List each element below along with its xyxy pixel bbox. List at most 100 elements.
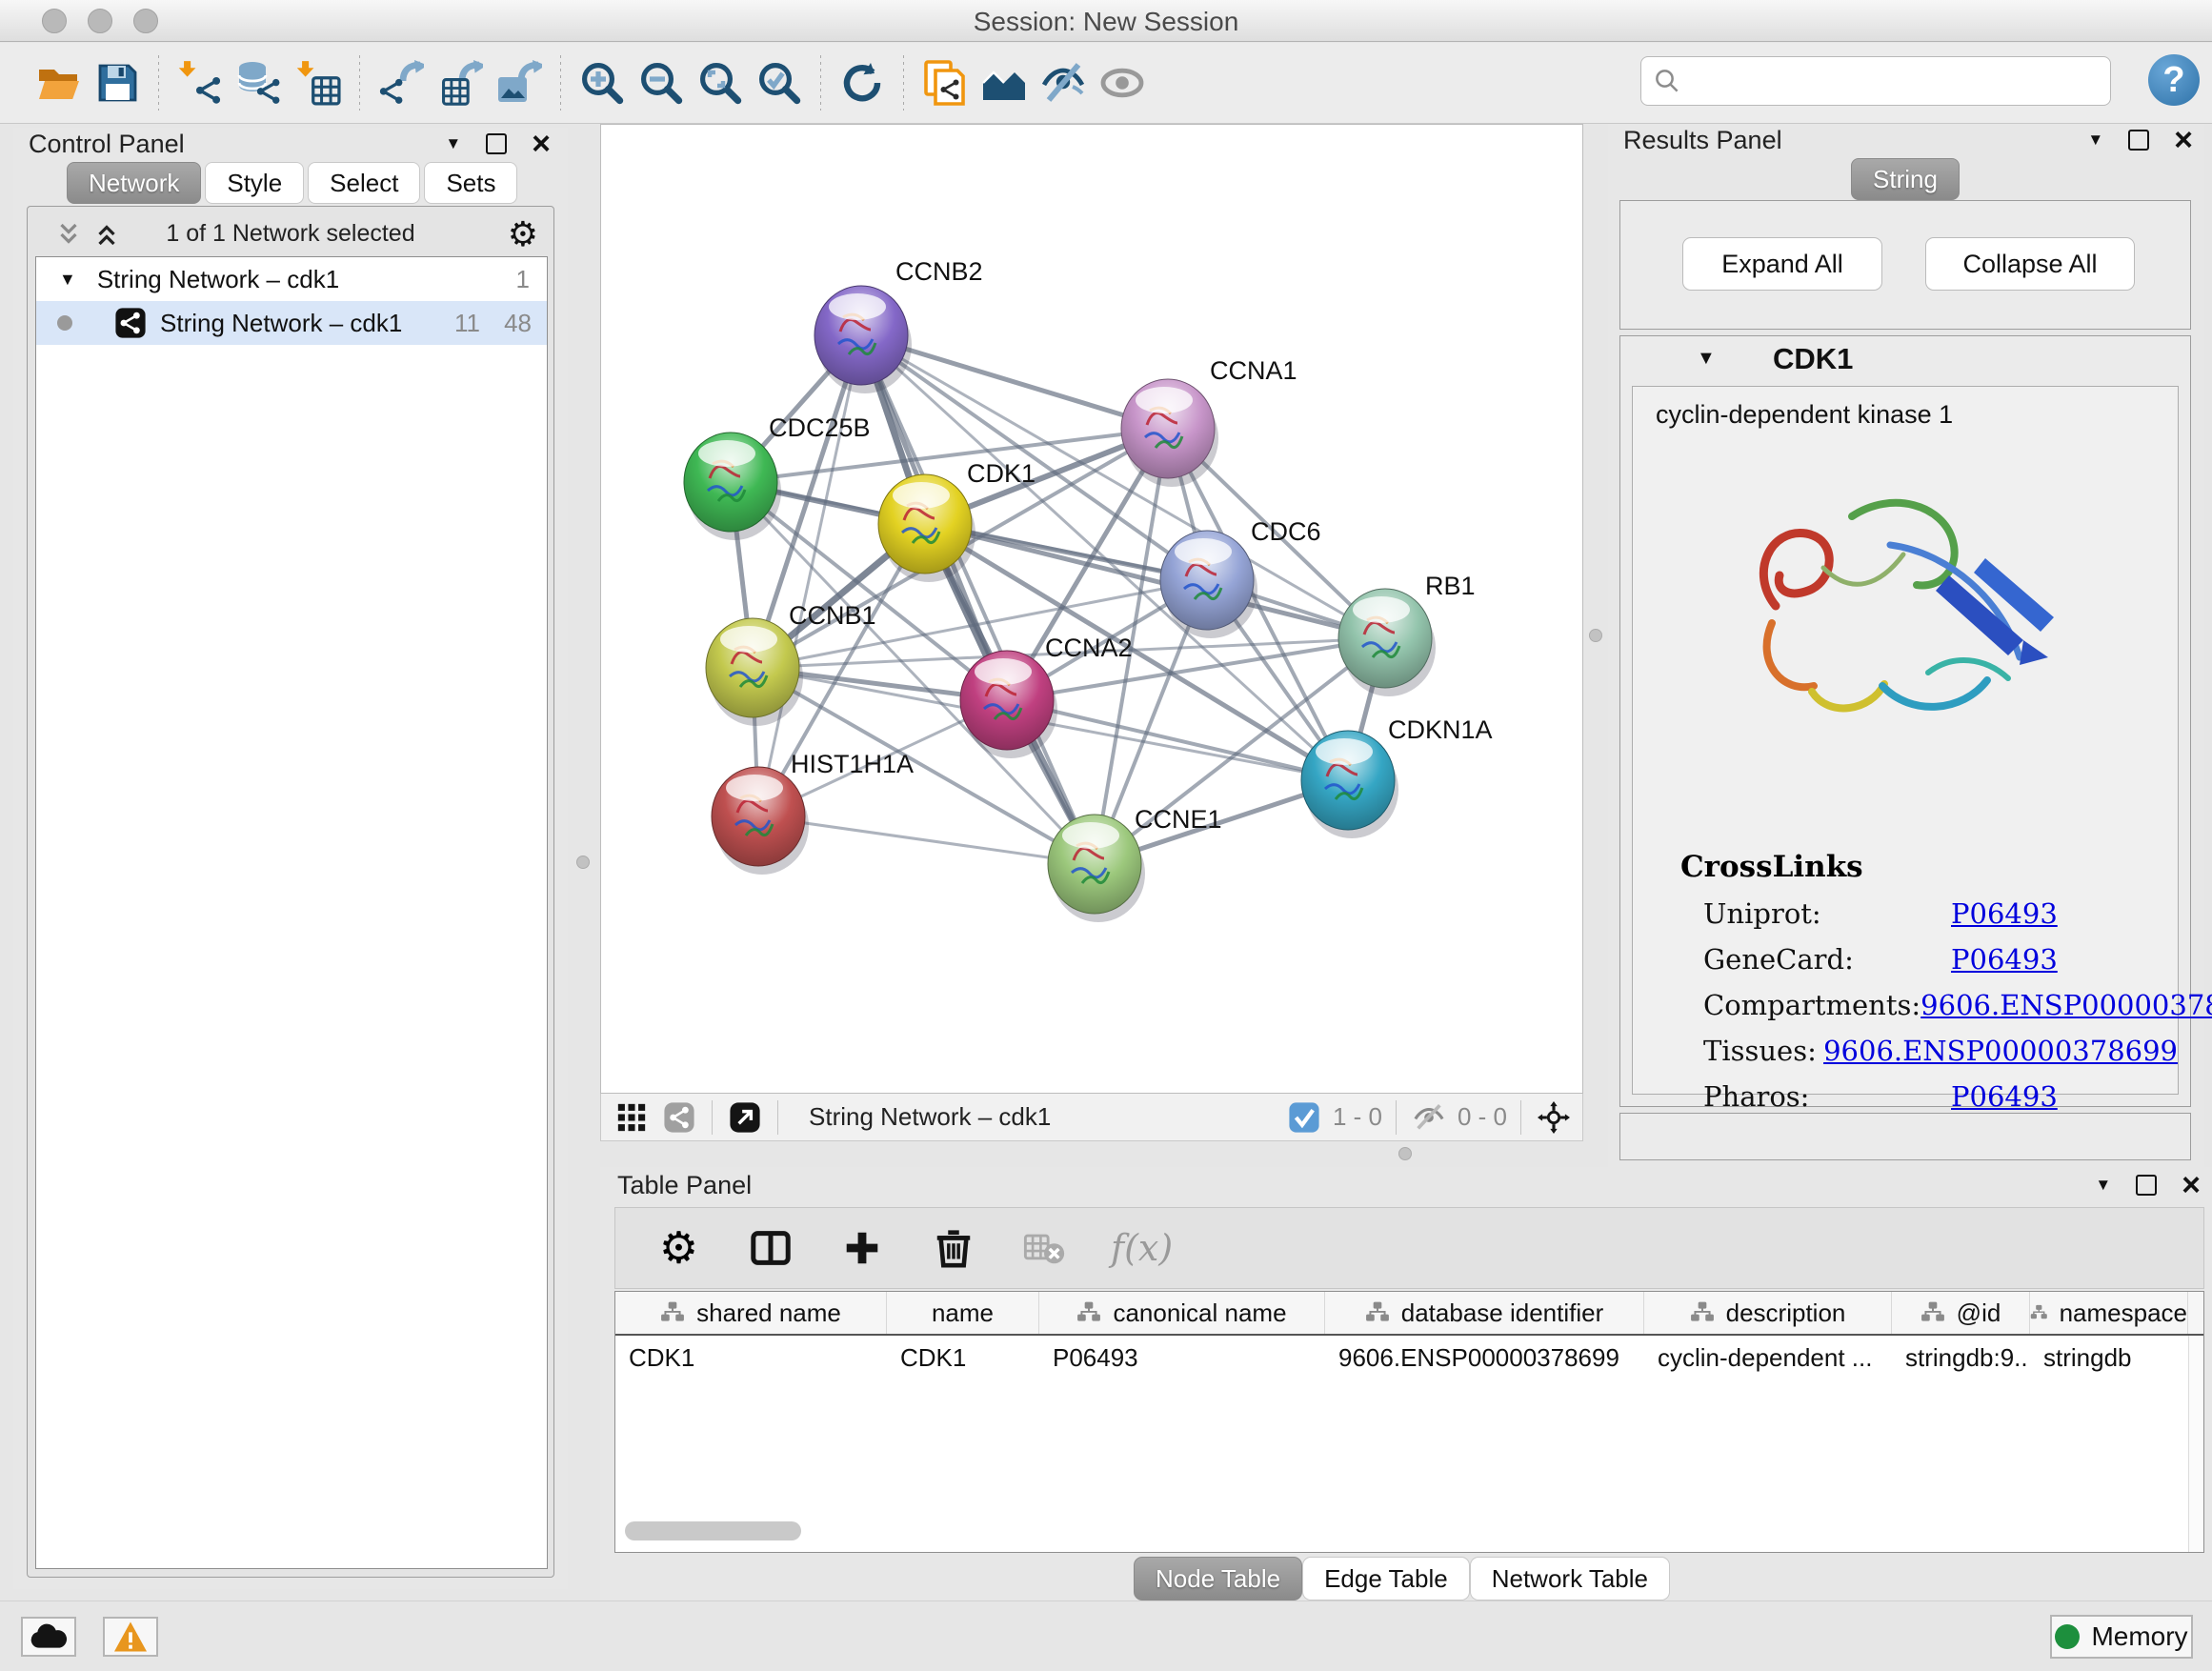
save-session-button[interactable] xyxy=(88,53,147,112)
settings-button[interactable]: ⚙ xyxy=(654,1222,705,1274)
tab-select[interactable]: Select xyxy=(308,162,420,204)
edge-CCNA2-CDKN1A[interactable] xyxy=(1007,700,1348,780)
selected-checkbox-icon[interactable] xyxy=(1285,1098,1323,1137)
hidden-eye-icon[interactable] xyxy=(1410,1098,1448,1137)
horizontal-splitter-handle[interactable] xyxy=(1398,1147,1412,1160)
tab-sets[interactable]: Sets xyxy=(424,162,517,204)
columns-button[interactable] xyxy=(745,1222,796,1274)
edge-CCNB2-CCNE1[interactable] xyxy=(861,335,1095,864)
tab-edge-table[interactable]: Edge Table xyxy=(1302,1557,1470,1601)
node-CDKN1A[interactable]: CDKN1A xyxy=(1301,715,1493,838)
results-panel-close-icon[interactable]: × xyxy=(2174,130,2193,151)
delete-table-button[interactable] xyxy=(1019,1222,1071,1274)
memory-button[interactable]: Memory xyxy=(2050,1615,2193,1659)
column-header-@id[interactable]: @id xyxy=(1892,1292,2030,1334)
zoom-selected-button[interactable] xyxy=(750,53,809,112)
birdseye-grid-icon[interactable] xyxy=(613,1098,651,1137)
zoom-fit-button[interactable] xyxy=(691,53,750,112)
control-panel-close-icon[interactable]: × xyxy=(532,133,551,154)
tab-string[interactable]: String xyxy=(1851,158,1960,200)
crosslink-link[interactable]: P06493 xyxy=(1951,1080,2058,1113)
function-builder-button[interactable]: f(x) xyxy=(1111,1222,1173,1274)
network-view-canvas[interactable]: CCNB2CCNA1CDC25BCDK1CDC6RB1CCNB1CCNA2CDK… xyxy=(600,124,1583,1094)
warning-icon xyxy=(112,1621,149,1653)
add-column-button[interactable] xyxy=(836,1222,888,1274)
column-header-shared-name[interactable]: shared name xyxy=(615,1292,887,1334)
control-panel-menu-icon[interactable]: ▼ xyxy=(445,134,461,153)
zoom-in-button[interactable] xyxy=(573,53,632,112)
export-network-button[interactable] xyxy=(372,53,431,112)
table-panel-menu-icon[interactable]: ▼ xyxy=(2095,1176,2111,1195)
tab-network-table[interactable]: Network Table xyxy=(1470,1557,1670,1601)
edge-HIST1H1A-CCNE1[interactable] xyxy=(758,816,1095,864)
help-button[interactable]: ? xyxy=(2148,54,2200,106)
search-icon xyxy=(1653,67,1681,95)
node-CCNB2[interactable]: CCNB2 xyxy=(814,257,983,393)
window-title: Session: New Session xyxy=(0,7,2212,37)
delete-column-button[interactable] xyxy=(928,1222,979,1274)
node-label-CCNB2: CCNB2 xyxy=(895,257,983,286)
tab-style[interactable]: Style xyxy=(205,162,304,204)
expand-all-button[interactable]: Expand All xyxy=(1682,237,1882,291)
results-panel-float-icon[interactable] xyxy=(2128,130,2149,151)
network-options-gear-icon[interactable]: ⚙ xyxy=(508,214,538,254)
column-header-name[interactable]: name xyxy=(887,1292,1039,1334)
export-image-button[interactable] xyxy=(490,53,549,112)
crosslink-link[interactable]: 9606.ENSP00000378699 xyxy=(1920,989,2212,1021)
warnings-button[interactable] xyxy=(103,1617,158,1657)
gene-details: cyclin-dependent kinase 1 CrossLinks Uni… xyxy=(1632,386,2179,1095)
cell-name: CDK1 xyxy=(887,1336,1039,1379)
column-header-database-identifier[interactable]: database identifier xyxy=(1325,1292,1644,1334)
crosslink-link[interactable]: 9606.ENSP00000378699 xyxy=(1823,1035,2178,1067)
network-collection-row[interactable]: ▼ String Network – cdk1 1 xyxy=(36,257,547,301)
network-badge-icon[interactable] xyxy=(660,1098,698,1137)
import-table-button[interactable] xyxy=(289,53,348,112)
open-session-icon xyxy=(35,60,81,106)
table-toolbar: ⚙ f(x) xyxy=(614,1207,2204,1289)
import-network-database-button[interactable] xyxy=(230,53,289,112)
delete-table-icon xyxy=(1023,1226,1067,1270)
refresh-button[interactable] xyxy=(833,53,892,112)
right-splitter-handle[interactable] xyxy=(1589,629,1602,642)
show-all-button[interactable] xyxy=(1093,53,1152,112)
node-RB1[interactable]: RB1 xyxy=(1338,572,1476,696)
column-header-description[interactable]: description xyxy=(1644,1292,1892,1334)
first-neighbors-button[interactable] xyxy=(975,53,1034,112)
node-HIST1H1A[interactable]: HIST1H1A xyxy=(712,750,914,875)
import-network-button[interactable] xyxy=(171,53,230,112)
open-in-window-icon[interactable] xyxy=(726,1098,764,1137)
table-panel-float-icon[interactable] xyxy=(2136,1175,2157,1196)
tab-network[interactable]: Network xyxy=(67,162,201,204)
tree-expander-icon[interactable]: ▼ xyxy=(59,270,76,290)
table-row[interactable]: CDK1CDK1P064939606.ENSP00000378699cyclin… xyxy=(615,1336,2203,1379)
gene-section: ▼ CDK1 cyclin-dependent kinase 1 CrossLi… xyxy=(1619,335,2191,1107)
node-label-CDC25B: CDC25B xyxy=(769,413,871,442)
export-table-button[interactable] xyxy=(431,53,490,112)
column-header-namespace[interactable]: namespace xyxy=(2030,1292,2188,1334)
column-header-canonical-name[interactable]: canonical name xyxy=(1039,1292,1325,1334)
network-row[interactable]: String Network – cdk1 11 48 xyxy=(36,301,547,345)
tab-node-table[interactable]: Node Table xyxy=(1134,1557,1302,1601)
node-CDC6[interactable]: CDC6 xyxy=(1160,517,1321,638)
crosslink-link[interactable]: P06493 xyxy=(1951,897,2058,930)
node-CCNE1[interactable]: CCNE1 xyxy=(1048,805,1222,922)
open-session-button[interactable] xyxy=(29,53,88,112)
crosslink-link[interactable]: P06493 xyxy=(1951,943,2058,976)
zoom-out-button[interactable] xyxy=(632,53,691,112)
table-vertical-scrollbar[interactable] xyxy=(2188,1336,2203,1553)
edge-CCNB2-HIST1H1A[interactable] xyxy=(758,335,861,816)
table-horizontal-scrollbar[interactable] xyxy=(625,1521,801,1540)
left-splitter-handle[interactable] xyxy=(576,856,590,869)
hide-selected-button[interactable] xyxy=(1034,53,1093,112)
network-from-selection-button[interactable] xyxy=(915,53,975,112)
collapse-all-button[interactable]: Collapse All xyxy=(1925,237,2135,291)
results-panel-menu-icon[interactable]: ▼ xyxy=(2087,131,2103,150)
cloud-button[interactable] xyxy=(21,1617,76,1657)
pan-move-icon[interactable] xyxy=(1535,1098,1573,1137)
search-input[interactable] xyxy=(1681,67,2081,96)
zoom-in-icon xyxy=(579,60,625,106)
table-panel-close-icon[interactable]: × xyxy=(2182,1175,2201,1196)
node-CCNA1[interactable]: CCNA1 xyxy=(1121,356,1297,487)
control-panel-float-icon[interactable] xyxy=(486,133,507,154)
gene-expander-icon[interactable]: ▼ xyxy=(1697,348,1716,370)
